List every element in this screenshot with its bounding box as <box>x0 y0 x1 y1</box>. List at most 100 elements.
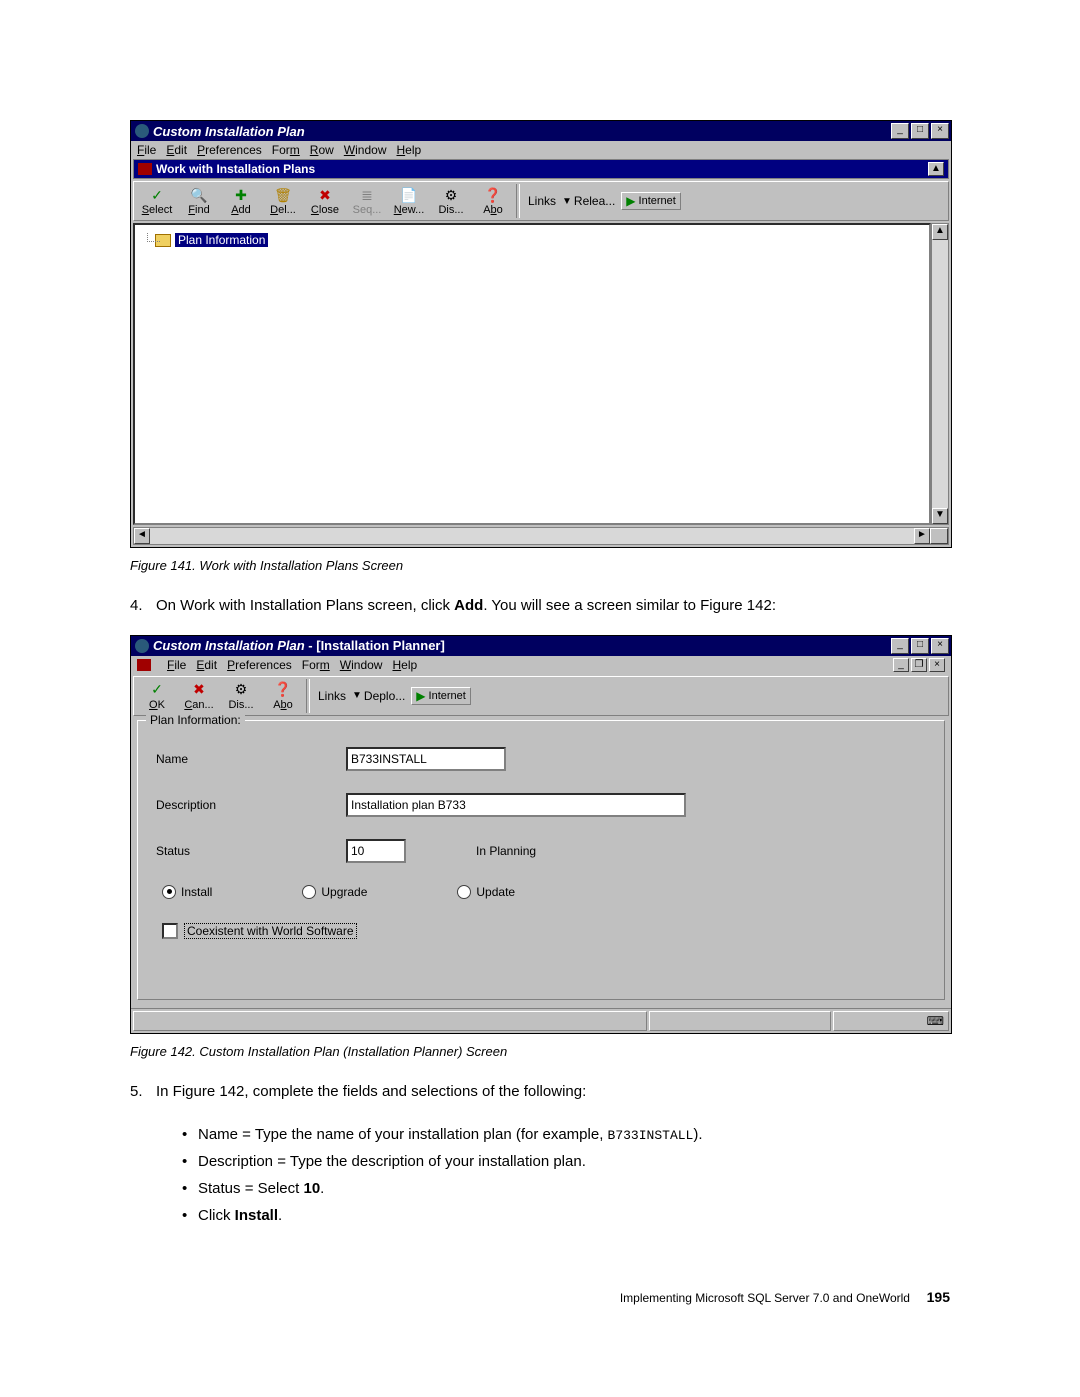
app-icon <box>135 124 149 138</box>
step-text: On Work with Installation Plans screen, … <box>156 595 776 617</box>
page-number: 195 <box>927 1289 950 1305</box>
mdi-minimize-button[interactable]: _ <box>893 658 909 672</box>
app-icon <box>135 639 149 653</box>
internet-link[interactable]: ▶Internet <box>621 192 681 210</box>
menubar: File Edit Preferences Form Row Window He… <box>131 141 951 159</box>
tree-item-label: Plan Information <box>175 233 268 247</box>
menu-preferences[interactable]: Preferences <box>197 143 262 157</box>
status-cell-3: ⌨ <box>833 1011 949 1031</box>
links-label: Links <box>528 194 556 208</box>
close-button[interactable]: × <box>931 638 949 654</box>
maximize-button[interactable]: □ <box>911 638 929 654</box>
links-label: Links <box>318 689 346 703</box>
status-cell-2 <box>649 1011 831 1031</box>
radio-install[interactable]: Install <box>162 885 212 899</box>
toolbar-divider <box>516 184 520 218</box>
menu-preferences[interactable]: Preferences <box>227 658 292 672</box>
bullet-status: • Status = Select 10. <box>182 1175 950 1202</box>
ok-button[interactable]: ✓OK <box>136 681 178 711</box>
description-field[interactable] <box>346 793 686 817</box>
radio-update[interactable]: Update <box>457 885 515 899</box>
menu-row[interactable]: Row <box>310 143 334 157</box>
step-5: 5. In Figure 142, complete the fields an… <box>130 1081 950 1103</box>
figure-caption-142: Figure 142. Custom Installation Plan (In… <box>130 1044 950 1059</box>
menu-window[interactable]: Window <box>340 658 383 672</box>
close-button[interactable]: × <box>931 123 949 139</box>
step-4: 4. On Work with Installation Plans scree… <box>130 595 950 617</box>
maximize-button[interactable]: □ <box>911 123 929 139</box>
vertical-scrollbar[interactable]: ▲ ▼ <box>931 223 949 525</box>
step-number: 5. <box>130 1081 156 1103</box>
menu-form[interactable]: Form <box>272 143 300 157</box>
bullet-description: • Description = Type the description of … <box>182 1148 950 1175</box>
minimize-button[interactable]: _ <box>891 638 909 654</box>
window-title: Custom Installation Plan <box>153 124 889 139</box>
mdi-icon <box>138 163 152 175</box>
step-text: In Figure 142, complete the fields and s… <box>156 1081 586 1103</box>
new-button[interactable]: 📄New... <box>388 186 430 216</box>
figure-caption-141: Figure 141. Work with Installation Plans… <box>130 558 950 573</box>
name-label: Name <box>156 752 346 766</box>
status-text: In Planning <box>476 844 536 858</box>
titlebar: Custom Installation Plan - [Installation… <box>131 636 951 656</box>
dis-button[interactable]: ⚙Dis... <box>220 681 262 711</box>
mdi-close-button[interactable]: × <box>929 658 945 672</box>
menubar: File Edit Preferences Form Window Help _… <box>131 656 951 674</box>
radio-group: Install Upgrade Update <box>162 885 926 899</box>
minimize-button[interactable]: _ <box>891 123 909 139</box>
mdi-icon <box>137 659 151 671</box>
relea-dropdown[interactable]: ▼Relea... <box>562 194 615 208</box>
menu-file[interactable]: File <box>167 658 186 672</box>
bullet-install: • Click Install. <box>182 1202 950 1229</box>
deplo-dropdown[interactable]: ▼Deplo... <box>352 689 405 703</box>
bullet-name: • Name = Type the name of your installat… <box>182 1121 950 1148</box>
delete-button[interactable]: 🗑Del... <box>262 186 304 216</box>
close-form-button[interactable]: ✖Close <box>304 186 346 216</box>
window-title: Custom Installation Plan - [Installation… <box>153 638 889 653</box>
status-cell-1 <box>133 1011 647 1031</box>
menu-edit[interactable]: Edit <box>196 658 217 672</box>
mdi-title: Work with Installation Plans <box>156 162 315 176</box>
work-with-plans-window: Custom Installation Plan _ □ × File Edit… <box>130 120 952 548</box>
mdi-scroll-up[interactable]: ▲ <box>928 162 944 176</box>
footer-text: Implementing Microsoft SQL Server 7.0 an… <box>620 1291 910 1305</box>
toolbar-divider <box>306 679 310 713</box>
plan-information-group: Plan Information: Name Description Statu… <box>137 720 945 1000</box>
radio-upgrade[interactable]: Upgrade <box>302 885 367 899</box>
description-label: Description <box>156 798 346 812</box>
toolbar: ✓Select 🔍Find ✚Add 🗑Del... ✖Close ≣Seq..… <box>133 181 949 221</box>
coexistent-label: Coexistent with World Software <box>184 923 357 939</box>
tree-item-plan-information[interactable]: Plan Information <box>155 233 929 247</box>
find-button[interactable]: 🔍Find <box>178 186 220 216</box>
about-button[interactable]: ❓Abo <box>262 681 304 711</box>
add-button[interactable]: ✚Add <box>220 186 262 216</box>
select-button[interactable]: ✓Select <box>136 186 178 216</box>
seq-button[interactable]: ≣Seq... <box>346 186 388 216</box>
tree-view[interactable]: Plan Information <box>133 223 931 525</box>
horizontal-scrollbar[interactable]: ◄ ► <box>133 527 949 545</box>
titlebar: Custom Installation Plan _ □ × <box>131 121 951 141</box>
menu-form[interactable]: Form <box>302 658 330 672</box>
menu-edit[interactable]: Edit <box>166 143 187 157</box>
status-bar: ⌨ <box>131 1008 951 1033</box>
toolbar: ✓OK ✖Can... ⚙Dis... ❓Abo Links ▼Deplo...… <box>133 676 949 716</box>
page-footer: Implementing Microsoft SQL Server 7.0 an… <box>130 1289 950 1305</box>
internet-link[interactable]: ▶Internet <box>411 687 471 705</box>
resize-grip[interactable] <box>930 528 948 544</box>
cancel-button[interactable]: ✖Can... <box>178 681 220 711</box>
status-field[interactable] <box>346 839 406 863</box>
name-field[interactable] <box>346 747 506 771</box>
dis-button[interactable]: ⚙Dis... <box>430 186 472 216</box>
menu-help[interactable]: Help <box>392 658 417 672</box>
step-number: 4. <box>130 595 156 617</box>
about-button[interactable]: ❓Abo <box>472 186 514 216</box>
keyboard-icon: ⌨ <box>927 1014 944 1028</box>
mdi-restore-button[interactable]: ❐ <box>911 658 927 672</box>
menu-help[interactable]: Help <box>396 143 421 157</box>
form-area: Plan Information: Name Description Statu… <box>137 720 945 1000</box>
menu-window[interactable]: Window <box>344 143 387 157</box>
coexistent-checkbox[interactable] <box>162 923 178 939</box>
content-area: Plan Information ▲ ▼ <box>133 223 949 525</box>
installation-planner-window: Custom Installation Plan - [Installation… <box>130 635 952 1034</box>
menu-file[interactable]: File <box>137 143 156 157</box>
